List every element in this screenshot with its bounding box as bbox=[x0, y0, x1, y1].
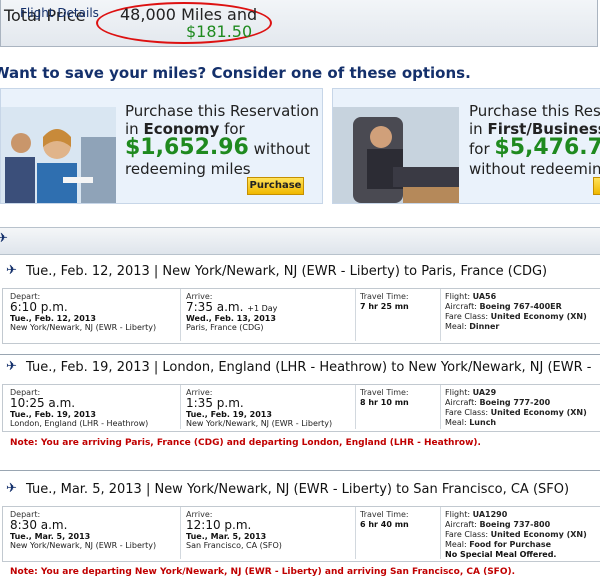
fare-class: Fare Class: United Economy (XN) bbox=[445, 312, 587, 321]
flight-details-label: Flight Details bbox=[20, 6, 99, 20]
arrive-time: 12:10 p.m. bbox=[186, 518, 252, 532]
column-divider bbox=[440, 289, 441, 341]
meal: Meal: Dinner bbox=[445, 322, 500, 331]
arrive-date: Tue., Mar. 5, 2013 bbox=[186, 532, 267, 541]
plane-icon: ✈ bbox=[6, 359, 17, 374]
arrive-time: 1:35 p.m. bbox=[186, 396, 244, 410]
column-divider bbox=[180, 289, 181, 341]
depart-time: 10:25 a.m. bbox=[10, 396, 76, 410]
column-divider bbox=[440, 385, 441, 429]
depart-place: London, England (LHR - Heathrow) bbox=[10, 419, 149, 428]
segment-divider bbox=[0, 354, 600, 355]
aircraft: Aircraft: Boeing 767-400ER bbox=[445, 302, 562, 311]
depart-place: New York/Newark, NJ (EWR - Liberty) bbox=[10, 323, 157, 332]
meal-extra: No Special Meal Offered. bbox=[445, 550, 557, 559]
flight-number: Flight: UA56 bbox=[445, 292, 497, 301]
column-divider bbox=[440, 507, 441, 559]
column-divider bbox=[180, 507, 181, 559]
plane-icon: ✈ bbox=[6, 481, 17, 496]
arrive-place: Paris, France (CDG) bbox=[186, 323, 264, 332]
segment-title: Tue., Mar. 5, 2013 | New York/Newark, NJ… bbox=[26, 482, 570, 497]
segment-title: Tue., Feb. 12, 2013 | New York/Newark, N… bbox=[26, 264, 548, 279]
arrive-date: Tue., Feb. 19, 2013 bbox=[186, 410, 272, 419]
fare-class: Fare Class: United Economy (XN) bbox=[445, 408, 587, 417]
promo-title: Want to save your miles? Consider one of… bbox=[0, 64, 471, 82]
segment-title: Tue., Feb. 19, 2013 | London, England (L… bbox=[26, 360, 592, 375]
plane-icon: ✈ bbox=[0, 231, 8, 246]
purchase-first-button[interactable] bbox=[593, 177, 600, 195]
total-cash: $181.50 bbox=[186, 22, 253, 41]
segment-divider bbox=[0, 470, 600, 471]
depart-date: Tue., Feb. 12, 2013 bbox=[10, 314, 96, 323]
travel-time: 7 hr 25 mn bbox=[360, 302, 409, 311]
depart-time: 6:10 p.m. bbox=[10, 300, 68, 314]
meal: Meal: Lunch bbox=[445, 418, 497, 427]
promo-right-line4: without redeeming bbox=[469, 160, 600, 178]
depart-time: 8:30 a.m. bbox=[10, 518, 68, 532]
sleeping-passenger-photo bbox=[333, 107, 459, 203]
aircraft: Aircraft: Boeing 777-200 bbox=[445, 398, 551, 407]
aircraft: Aircraft: Boeing 737-800 bbox=[445, 520, 551, 529]
segment-note: Note: You are departing New York/Newark,… bbox=[10, 567, 516, 577]
passenger-photo bbox=[1, 107, 116, 203]
flight-number: Flight: UA29 bbox=[445, 388, 497, 397]
promo-left-line4: redeeming miles bbox=[125, 160, 251, 178]
promo-economy: Purchase this Reservation in Economy for… bbox=[0, 88, 323, 204]
promo-right-line1: Purchase this Rese bbox=[469, 102, 600, 120]
promo-first-business: Purchase this Rese in First/Business for… bbox=[332, 88, 600, 204]
plane-icon: ✈ bbox=[6, 263, 17, 278]
flight-number: Flight: UA1290 bbox=[445, 510, 508, 519]
arrive-time: 7:35 a.m. +1 Day bbox=[186, 300, 278, 314]
column-divider bbox=[355, 385, 356, 429]
fare-class: Fare Class: United Economy (XN) bbox=[445, 530, 587, 539]
column-divider bbox=[355, 507, 356, 559]
depart-place: New York/Newark, NJ (EWR - Liberty) bbox=[10, 541, 157, 550]
purchase-economy-button[interactable]: Purchase bbox=[247, 177, 304, 195]
travel-time: 6 hr 40 mn bbox=[360, 520, 409, 529]
segment-note: Note: You are arriving Paris, France (CD… bbox=[10, 438, 481, 448]
promo-left-line3: $1,652.96 without bbox=[125, 135, 311, 160]
column-divider bbox=[180, 385, 181, 429]
depart-date: Tue., Mar. 5, 2013 bbox=[10, 532, 91, 541]
promo-right-line3: for $5,476.73 bbox=[469, 135, 600, 160]
travel-time-label: Travel Time: bbox=[360, 388, 409, 397]
travel-time-label: Travel Time: bbox=[360, 510, 409, 519]
column-divider bbox=[355, 289, 356, 341]
depart-date: Tue., Feb. 19, 2013 bbox=[10, 410, 96, 419]
arrive-date: Wed., Feb. 13, 2013 bbox=[186, 314, 276, 323]
meal: Meal: Food for Purchase bbox=[445, 540, 552, 549]
flight-details-header[interactable] bbox=[0, 227, 600, 255]
arrive-place: San Francisco, CA (SFO) bbox=[186, 541, 282, 550]
travel-time-label: Travel Time: bbox=[360, 292, 409, 301]
promo-left-line1: Purchase this Reservation bbox=[125, 102, 320, 120]
arrive-place: New York/Newark, NJ (EWR - Liberty) bbox=[186, 419, 333, 428]
travel-time: 8 hr 10 mn bbox=[360, 398, 409, 407]
